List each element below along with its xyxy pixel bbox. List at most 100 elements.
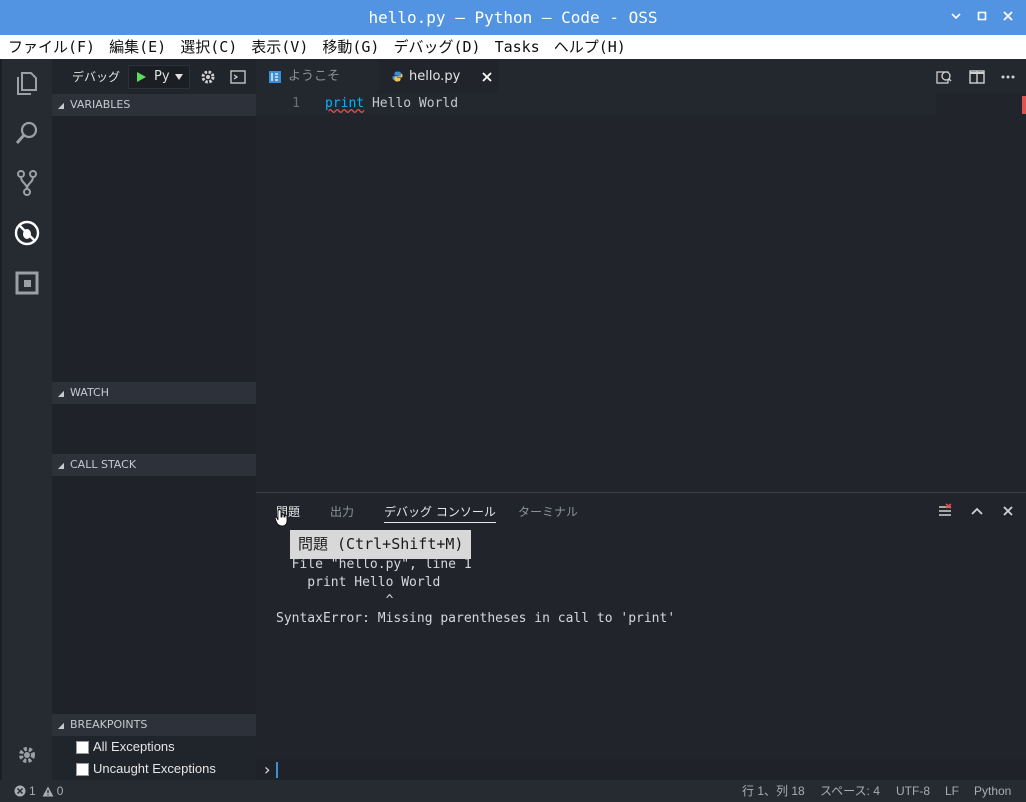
debug-config-value: Py [154,69,170,84]
play-icon [137,71,147,82]
error-icon [14,785,26,797]
tooltip: 問題 (Ctrl+Shift+M) [290,530,472,559]
console-input[interactable]: › [256,759,1026,781]
indentation[interactable]: スペース: 4 [820,780,880,802]
warning-icon [42,786,54,796]
menu-go[interactable]: 移動(G) [322,35,379,59]
settings-gear-icon [19,747,35,763]
encoding[interactable]: UTF-8 [896,780,930,802]
checkbox[interactable] [76,740,89,754]
close-icon [1003,11,1013,21]
line-number: 1 [292,96,300,111]
debug-config-select[interactable]: Py [128,64,191,89]
watch-title: WATCH [70,386,109,399]
maximize-icon [977,11,987,21]
panel-tab-output[interactable]: 出力 [330,503,354,520]
code-keyword: print [325,96,365,111]
console-line: SyntaxError: Missing parentheses in call… [276,611,676,626]
code-text: Hello World [364,96,459,111]
title-bar: hello.py — Python — Code - OSS [0,0,1026,35]
extensions-icon [15,271,39,295]
collapse-icon: ◢ [57,101,65,110]
split-editor-icon[interactable] [969,70,985,84]
console-line: print Hello World [276,575,441,590]
menu-edit[interactable]: 編集(E) [109,35,166,59]
error-count: 1 [29,784,36,798]
breakpoints-header[interactable]: ◢ BREAKPOINTS [52,714,256,736]
chevron-up-icon[interactable] [971,507,983,515]
menu-view[interactable]: 表示(V) [251,35,308,59]
editor-tabs: ようこそ hello.py [256,59,1026,94]
manage-button[interactable] [2,733,52,777]
window-title: hello.py — Python — Code - OSS [368,8,658,27]
call-stack-pane [52,476,256,714]
debug-sidebar: デバッグ Py ◢ VARIABLES ◢ WATCH ◢ CALL STACK ◢ B… [52,59,256,780]
activity-bar [2,59,52,780]
console-prompt: › [264,760,271,779]
console-line: ^ [276,593,394,608]
watch-header[interactable]: ◢ WATCH [52,382,256,404]
tab-welcome[interactable]: ようこそ [256,59,376,94]
console-icon[interactable] [230,69,246,84]
collapse-icon: ◢ [57,721,65,730]
breakpoint-label: Uncaught Exceptions [93,761,216,776]
code-line[interactable]: print Hello World [325,96,458,111]
variables-header[interactable]: ◢ VARIABLES [52,94,256,116]
checkbox[interactable] [76,762,89,776]
tab-hello-py[interactable]: hello.py [378,59,498,94]
menu-bar: ファイル(F) 編集(E) 選択(C) 表示(V) 移動(G) デバッグ(D) Tasks ヘ… [0,35,1026,59]
more-icon[interactable] [1001,75,1015,79]
explorer-button[interactable] [2,61,52,105]
overview-ruler-error [1022,96,1026,114]
warning-count: 0 [56,784,64,798]
tab-label: ようこそ [288,69,341,84]
menu-debug[interactable]: デバッグ(D) [393,35,480,59]
minimize-button[interactable] [945,0,967,35]
call-stack-title: CALL STACK [70,458,137,471]
end-of-line[interactable]: LF [945,780,959,802]
debug-label: デバッグ [72,70,121,84]
breakpoint-label: All Exceptions [93,739,175,754]
window-close-button[interactable] [997,0,1019,35]
collapse-icon: ◢ [57,389,65,398]
status-bar: 1 0 行 1、列 18 スペース: 4 UTF-8 LF Python [0,780,1026,802]
panel-tab-terminal[interactable]: ターミナル [518,503,578,520]
maximize-button[interactable] [971,0,993,35]
variables-pane [52,116,256,382]
panel-tab-debug-console[interactable]: デバッグ コンソール [384,503,496,523]
problems-summary[interactable]: 1 0 [14,780,63,802]
text-cursor [276,762,278,778]
welcome-icon [269,70,281,83]
menu-help[interactable]: ヘルプ(H) [554,35,626,59]
cursor-position[interactable]: 行 1、列 18 [742,780,805,802]
search-icon [15,121,38,144]
hand-cursor-icon [275,509,288,527]
close-icon[interactable] [482,71,492,82]
gear-icon[interactable] [200,69,216,85]
extensions-button[interactable] [2,261,52,305]
menu-tasks[interactable]: Tasks [495,35,540,59]
chevron-down-icon [174,73,183,80]
clear-console-icon[interactable] [937,503,953,519]
tab-label: hello.py [409,69,461,84]
collapse-icon: ◢ [57,461,65,470]
language-mode[interactable]: Python [974,780,1011,802]
variables-title: VARIABLES [70,98,131,111]
source-control-button[interactable] [2,161,52,205]
minimize-icon [951,13,961,20]
breakpoint-all-exceptions[interactable]: All Exceptions [76,736,175,758]
debug-toolbar: デバッグ Py [52,59,256,94]
debug-button[interactable] [2,211,52,255]
close-icon[interactable] [1003,506,1013,516]
open-changes-icon[interactable] [936,69,952,85]
source-control-icon [17,170,37,196]
debug-icon [14,220,40,246]
breakpoints-title: BREAKPOINTS [70,718,148,731]
menu-selection[interactable]: 選択(C) [180,35,237,59]
watch-pane [52,404,256,454]
search-button[interactable] [2,111,52,155]
menu-file[interactable]: ファイル(F) [8,35,95,59]
call-stack-header[interactable]: ◢ CALL STACK [52,454,256,476]
code-editor[interactable]: 1 print Hello World [256,94,1026,492]
breakpoint-uncaught-exceptions[interactable]: Uncaught Exceptions [76,758,216,780]
